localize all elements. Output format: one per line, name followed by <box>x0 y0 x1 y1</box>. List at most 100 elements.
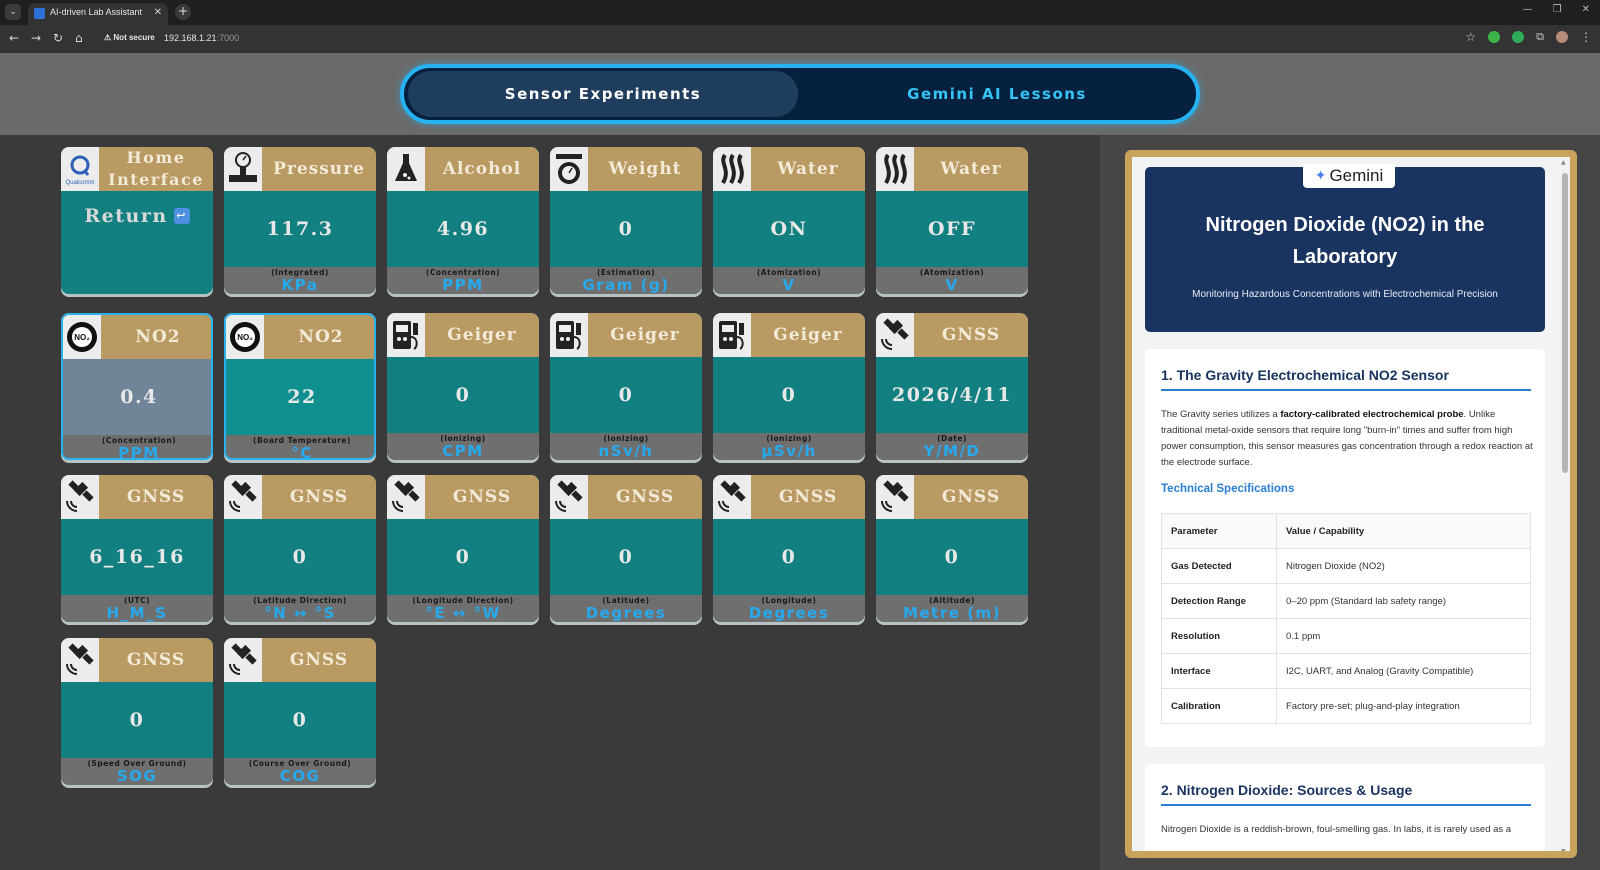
scroll-thumb[interactable] <box>1562 173 1568 473</box>
sensor-card-footer: (Speed Over Ground) SOG <box>61 758 213 785</box>
toolbar-right: ☆ ⧉ ⋮ <box>1465 30 1592 44</box>
sensor-card-footer: (Latitude) Degrees <box>550 595 702 622</box>
sensor-card-header: Weight <box>550 147 702 191</box>
sensor-card-unit: H_M_S <box>106 604 168 622</box>
scroll-up-icon[interactable]: ▲ <box>1561 159 1566 166</box>
sensor-card-unit: PPM <box>118 444 160 460</box>
sensor-card-weight[interactable]: Weight 0 (Estimation) Gram (g) <box>550 147 702 297</box>
tab-search-icon[interactable]: ⌄ <box>5 4 21 20</box>
sensor-card-unit: KPa <box>281 276 319 294</box>
spec-value: Factory pre-set; plug-and-play integrati… <box>1276 688 1531 724</box>
extensions-puzzle-icon[interactable]: ⧉ <box>1536 30 1544 44</box>
spec-parameter: Detection Range <box>1161 583 1277 619</box>
sensor-card-gnss[interactable]: GNSS 0 (Altitude) Metre (m) <box>876 475 1028 625</box>
browser-tab[interactable]: AI-driven Lab Assistant ✕ <box>28 3 168 25</box>
sensor-card-value: 0 <box>129 709 145 731</box>
sensor-card-geiger[interactable]: Geiger 0 (Ionizing) μSv/h <box>713 313 865 463</box>
panel-scrollbar[interactable]: ▲ ▼ <box>1561 159 1568 851</box>
back-icon[interactable]: ← <box>9 31 19 45</box>
sensor-card-no2[interactable]: NO₂ NO2 0.4 (Concentration) PPM <box>61 313 213 463</box>
sensor-card-header: GNSS <box>550 475 702 519</box>
sensor-card-unit: nSv/h <box>598 442 654 460</box>
sensor-card-gnss[interactable]: GNSS 0 (Longitude Direction) °E ↔ °W <box>387 475 539 625</box>
qualcomm-logo-icon: Qualcomm <box>61 147 99 191</box>
spec-value: I2C, UART, and Analog (Gravity Compatibl… <box>1276 653 1531 689</box>
tech-spec-table: Parameter Value / Capability Gas Detecte… <box>1161 513 1531 724</box>
sensor-card-gnss[interactable]: GNSS 0 (Speed Over Ground) SOG <box>61 638 213 788</box>
sensor-card-title: Geiger <box>773 325 843 345</box>
sensor-card-title: NO2 <box>135 327 181 347</box>
close-window-icon[interactable]: ✕ <box>1582 4 1590 15</box>
home-icon[interactable]: ⌂ <box>75 31 83 45</box>
table-row: Detection Range 0–20 ppm (Standard lab sa… <box>1161 583 1531 619</box>
sensor-card-body: GNSS 0 (Altitude) Metre (m) <box>876 475 1028 622</box>
address-bar[interactable]: ⚠ Not secure 192.168.1.21:7000 <box>98 29 1456 49</box>
sensor-card-body: Weight 0 (Estimation) Gram (g) <box>550 147 702 294</box>
sensor-card-header: GNSS <box>61 475 213 519</box>
svg-text:NO₂: NO₂ <box>74 333 90 342</box>
sensor-card-gnss[interactable]: GNSS 0 (Course Over Ground) COG <box>224 638 376 788</box>
sensor-card-no2[interactable]: NO₂ NO2 22 (Board Temperature) °C <box>224 313 376 463</box>
kebab-menu-icon[interactable]: ⋮ <box>1580 30 1592 44</box>
sensor-card-unit: V <box>782 276 796 294</box>
sensor-card-footer: (Longitude) Degrees <box>713 595 865 622</box>
sensor-card-footer: (Atomization) V <box>876 267 1028 294</box>
tab-close-icon[interactable]: ✕ <box>154 7 162 18</box>
sensor-card-gnss[interactable]: GNSS 0 (Longitude) Degrees <box>713 475 865 625</box>
tab-sensor-experiments[interactable]: Sensor Experiments <box>408 71 798 117</box>
bookmark-star-icon[interactable]: ☆ <box>1465 30 1476 44</box>
sensor-card-value: OFF <box>927 218 977 240</box>
sensor-card-value: 0 <box>455 384 471 406</box>
satellite-icon <box>550 475 588 519</box>
sensor-card-title: Geiger <box>447 325 517 345</box>
sensor-card-water[interactable]: Water OFF (Atomization) V <box>876 147 1028 297</box>
mist-icon <box>876 147 914 191</box>
sensor-card-value: 4.96 <box>436 218 490 240</box>
sensor-card-gnss[interactable]: GNSS 0 (Latitude Direction) °N ↔ °S <box>224 475 376 625</box>
sensor-card-home-interface[interactable]: Qualcomm Home Interface Return ↩ <box>61 147 213 297</box>
restore-icon[interactable]: ❐ <box>1553 4 1562 15</box>
url-text[interactable]: 192.168.1.21:7000 <box>164 33 239 43</box>
scroll-down-icon[interactable]: ▼ <box>1561 848 1566 851</box>
reload-icon[interactable]: ↻ <box>53 31 63 45</box>
spec-value: 0.1 ppm <box>1276 618 1531 654</box>
app-header: Sensor Experiments Gemini AI Lessons <box>0 53 1600 135</box>
sensor-card-alcohol[interactable]: Alcohol 4.96 (Concentration) PPM <box>387 147 539 297</box>
lesson-panel[interactable]: ✦ Gemini Nitrogen Dioxide (NO2) in the L… <box>1125 150 1577 858</box>
sensor-card-title: Alcohol <box>442 159 522 179</box>
forward-icon[interactable]: → <box>31 31 41 45</box>
sensor-card-gnss[interactable]: GNSS 6_16_16 (UTC) H_M_S <box>61 475 213 625</box>
tab-gemini-ai-lessons[interactable]: Gemini AI Lessons <box>802 71 1192 117</box>
spec-parameter: Gas Detected <box>1161 548 1277 584</box>
profile-avatar[interactable] <box>1556 31 1568 43</box>
sensor-card-geiger[interactable]: Geiger 0 (Ionizing) CPM <box>387 313 539 463</box>
sensor-card-unit: Metre (m) <box>903 604 1001 622</box>
sensor-card-value: 0 <box>944 546 960 568</box>
sensor-card-title: GNSS <box>941 325 1001 345</box>
sensor-card-unit: Y/M/D <box>923 442 981 460</box>
new-tab-button[interactable]: + <box>175 4 191 20</box>
sensor-card-pressure[interactable]: Pressure 117.3 (Integrated) KPa <box>224 147 376 297</box>
not-secure-badge[interactable]: ⚠ Not secure <box>104 33 155 42</box>
sensor-card-unit: V <box>945 276 959 294</box>
sensor-card-value: 6_16_16 <box>89 546 185 568</box>
sensor-card-gnss[interactable]: GNSS 0 (Latitude) Degrees <box>550 475 702 625</box>
sensor-card-body: GNSS 0 (Longitude Direction) °E ↔ °W <box>387 475 539 622</box>
extension-g-icon[interactable] <box>1512 31 1525 43</box>
sensor-card-geiger[interactable]: Geiger 0 (Ionizing) nSv/h <box>550 313 702 463</box>
sensor-card-gnss[interactable]: GNSS 2026/4/11 (Date) Y/M/D <box>876 313 1028 463</box>
table-header: Parameter <box>1161 513 1277 549</box>
sensor-card-value: 0 <box>618 546 634 568</box>
minimize-icon[interactable]: — <box>1523 4 1533 15</box>
sensor-card-body: GNSS 2026/4/11 (Date) Y/M/D <box>876 313 1028 460</box>
extension-shield-icon[interactable] <box>1488 31 1501 43</box>
return-button[interactable]: Return ↩ <box>61 191 213 241</box>
satellite-icon <box>61 475 99 519</box>
sensor-card-title: NO2 <box>298 327 344 347</box>
sensor-card-footer: (Integrated) KPa <box>224 267 376 294</box>
sensor-card-water[interactable]: Water ON (Atomization) V <box>713 147 865 297</box>
sensor-card-body: GNSS 0 (Course Over Ground) COG <box>224 638 376 785</box>
tech-spec-title: Technical Specifications <box>1161 483 1295 495</box>
table-header-row: Parameter Value / Capability <box>1161 513 1531 549</box>
browser-tab-bar: ⌄ AI-driven Lab Assistant ✕ + — ❐ ✕ <box>0 0 1600 25</box>
